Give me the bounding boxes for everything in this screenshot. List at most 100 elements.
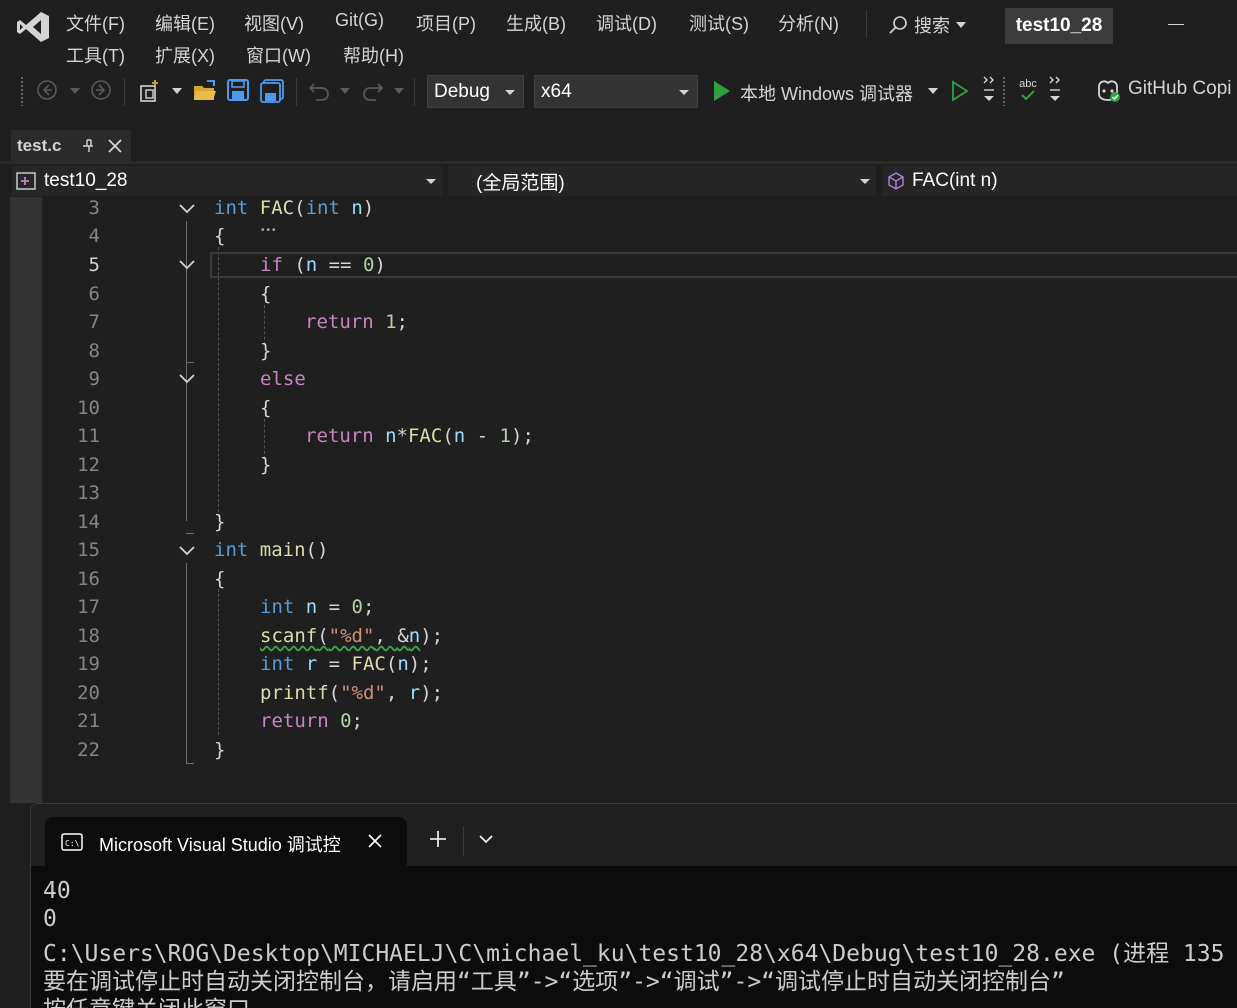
code-line-6[interactable]: { bbox=[260, 283, 271, 305]
add-tab-icon[interactable] bbox=[429, 830, 447, 848]
document-tab-strip: test.c bbox=[0, 114, 1237, 162]
toolbar-separator bbox=[414, 78, 415, 106]
visual-studio-logo-icon[interactable] bbox=[14, 8, 52, 46]
line-number: 17 bbox=[77, 596, 100, 618]
local-windows-debugger-button[interactable]: 本地 Windows 调试器 bbox=[740, 80, 913, 106]
code-line-19[interactable]: int r = FAC(n); bbox=[260, 653, 432, 675]
debug-target-dropdown-icon[interactable] bbox=[928, 88, 938, 94]
code-line-15[interactable]: int main() bbox=[214, 539, 328, 561]
menu-test[interactable]: 测试(S) bbox=[689, 10, 749, 36]
code-line-7[interactable]: return 1; bbox=[305, 311, 408, 333]
search-button[interactable]: 搜索 bbox=[888, 10, 966, 40]
close-icon[interactable] bbox=[367, 833, 383, 849]
outline-end bbox=[186, 362, 194, 363]
function-cube-icon bbox=[888, 172, 904, 190]
line-number: 4 bbox=[88, 225, 100, 247]
new-dropdown-icon[interactable] bbox=[172, 88, 182, 94]
menu-project[interactable]: 项目(P) bbox=[416, 10, 476, 36]
console-tab[interactable]: C:\ Microsoft Visual Studio 调试控 bbox=[45, 817, 407, 866]
line-number: 3 bbox=[88, 197, 100, 219]
member-dropdown[interactable]: FAC(int n) bbox=[882, 166, 1237, 196]
outline-end bbox=[186, 533, 194, 534]
redo-dropdown-icon[interactable] bbox=[394, 88, 404, 94]
chevron-down-icon bbox=[505, 90, 515, 95]
spell-check-button[interactable]: abc bbox=[1014, 78, 1042, 100]
code-editor[interactable]: 3 4 5 6 7 8 9 10 11 12 13 14 15 16 17 18… bbox=[0, 197, 1237, 803]
toolbar-gripper[interactable] bbox=[20, 76, 24, 106]
code-line-21[interactable]: return 0; bbox=[260, 710, 363, 732]
redo-icon[interactable] bbox=[362, 79, 384, 101]
navigate-back-icon[interactable] bbox=[36, 79, 58, 101]
menu-analyze[interactable]: 分析(N) bbox=[778, 10, 839, 36]
pin-icon[interactable] bbox=[81, 136, 97, 156]
chevron-down-icon[interactable] bbox=[479, 834, 493, 844]
menu-window[interactable]: 窗口(W) bbox=[246, 42, 311, 68]
collapse-chevron-icon[interactable] bbox=[178, 545, 196, 557]
menu-git[interactable]: Git(G) bbox=[335, 10, 384, 31]
save-all-icon[interactable] bbox=[259, 78, 285, 104]
menu-file[interactable]: 文件(F) bbox=[66, 10, 125, 36]
line-number: 21 bbox=[77, 710, 100, 732]
menu-edit[interactable]: 编辑(E) bbox=[155, 10, 215, 36]
start-debugging-icon[interactable] bbox=[712, 80, 732, 102]
solution-name-badge[interactable]: test10_28 bbox=[1005, 8, 1113, 44]
scope-dropdown[interactable]: (全局范围) bbox=[448, 166, 876, 196]
collapse-chevron-icon[interactable] bbox=[178, 203, 196, 215]
configuration-value: Debug bbox=[434, 80, 490, 102]
toolbar-overflow-icon[interactable] bbox=[1046, 74, 1064, 108]
code-line-17[interactable]: int n = 0; bbox=[260, 596, 374, 618]
navigation-bar: test10_28 (全局范围) FAC(int n) bbox=[0, 164, 1237, 197]
menu-extensions[interactable]: 扩展(X) bbox=[155, 42, 215, 68]
menu-build[interactable]: 生成(B) bbox=[506, 10, 566, 36]
navigate-forward-icon[interactable] bbox=[90, 79, 112, 101]
solution-configuration-dropdown[interactable]: Debug bbox=[427, 75, 524, 108]
start-without-debugging-icon[interactable] bbox=[950, 80, 970, 102]
code-line-10[interactable]: { bbox=[260, 397, 271, 419]
project-dropdown[interactable]: test10_28 bbox=[12, 166, 442, 196]
console-tab-bar: C:\ Microsoft Visual Studio 调试控 bbox=[31, 804, 1237, 866]
close-icon[interactable] bbox=[107, 137, 123, 155]
code-line-20[interactable]: printf("%d", r); bbox=[260, 682, 443, 704]
debug-console-window[interactable]: C:\ Microsoft Visual Studio 调试控 40 0 C:\… bbox=[30, 803, 1237, 1008]
code-line-14[interactable]: } bbox=[214, 511, 225, 533]
new-project-icon[interactable] bbox=[138, 78, 164, 104]
toolbar-overflow-icon[interactable] bbox=[980, 74, 998, 108]
code-line-9[interactable]: else bbox=[260, 368, 306, 390]
code-line-18[interactable]: scanf("%d", &n); bbox=[260, 625, 443, 647]
code-line-12[interactable]: } bbox=[260, 454, 271, 476]
code-line-3[interactable]: int FAC(int n) bbox=[214, 197, 374, 219]
back-dropdown-icon[interactable] bbox=[70, 88, 80, 94]
search-icon bbox=[889, 16, 907, 34]
solution-platform-dropdown[interactable]: x64 bbox=[534, 75, 698, 108]
minimize-icon[interactable] bbox=[1168, 24, 1184, 25]
member-name: FAC(int n) bbox=[912, 170, 998, 191]
collapse-chevron-icon[interactable] bbox=[178, 259, 196, 271]
menu-help[interactable]: 帮助(H) bbox=[343, 42, 404, 68]
menu-view[interactable]: 视图(V) bbox=[244, 10, 304, 36]
line-number: 20 bbox=[77, 682, 100, 704]
code-line-4[interactable]: { bbox=[214, 225, 225, 247]
line-number: 19 bbox=[77, 653, 100, 675]
collapse-chevron-icon[interactable] bbox=[178, 373, 196, 385]
open-folder-icon[interactable] bbox=[192, 78, 218, 104]
code-line-16[interactable]: { bbox=[214, 568, 225, 590]
code-line-11[interactable]: return n*FAC(n - 1); bbox=[305, 425, 534, 447]
undo-dropdown-icon[interactable] bbox=[340, 88, 350, 94]
platform-value: x64 bbox=[541, 80, 572, 102]
indent-guide bbox=[264, 419, 265, 459]
toolbar-gripper[interactable] bbox=[1002, 76, 1006, 106]
breakpoint-margin[interactable] bbox=[10, 197, 42, 803]
chevron-down-icon bbox=[956, 22, 966, 28]
undo-icon[interactable] bbox=[308, 79, 330, 101]
code-line-22[interactable]: } bbox=[214, 739, 225, 761]
tab-test-c[interactable]: test.c bbox=[11, 130, 131, 162]
menu-tools[interactable]: 工具(T) bbox=[66, 42, 125, 68]
code-line-5[interactable]: if (n == 0) bbox=[260, 254, 386, 276]
save-icon[interactable] bbox=[226, 78, 250, 102]
github-copilot-icon[interactable] bbox=[1095, 77, 1121, 103]
code-line-8[interactable]: } bbox=[260, 340, 271, 362]
menu-separator bbox=[866, 10, 867, 38]
menu-debug[interactable]: 调试(D) bbox=[596, 10, 657, 36]
github-copilot-label[interactable]: GitHub Copi bbox=[1128, 78, 1232, 100]
console-output-line: 40 bbox=[43, 878, 71, 904]
